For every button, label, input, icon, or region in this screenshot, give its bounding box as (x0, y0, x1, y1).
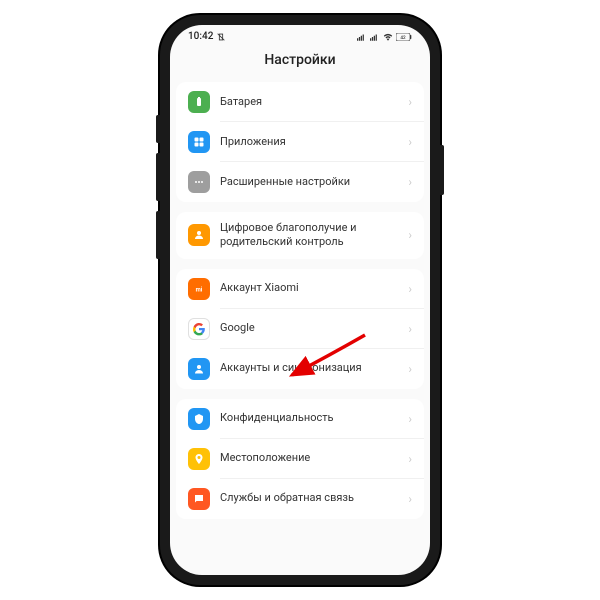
page-header: Настройки (170, 44, 430, 82)
chevron-right-icon: › (408, 322, 412, 336)
settings-item-wellbeing[interactable]: Цифровое благополучие и родительский кон… (176, 212, 424, 259)
phone-frame: 10:42 42 (160, 15, 440, 585)
google-icon (188, 318, 210, 340)
status-time: 10:42 (188, 31, 213, 42)
xiaomi-icon: mi (188, 278, 210, 300)
chevron-right-icon: › (408, 175, 412, 189)
wellbeing-icon (188, 224, 210, 246)
settings-item-apps[interactable]: Приложения › (176, 122, 424, 162)
settings-section: Цифровое благополучие и родительский кон… (176, 212, 424, 259)
settings-section: Батарея › Приложения › Расширенные настр… (176, 82, 424, 202)
settings-item-location[interactable]: Местоположение › (176, 439, 424, 479)
chevron-right-icon: › (408, 228, 412, 242)
settings-item-accounts-sync[interactable]: Аккаунты и синхронизация › (176, 349, 424, 389)
chevron-right-icon: › (408, 95, 412, 109)
battery-icon: 42 (396, 33, 412, 41)
item-label: Аккаунты и синхронизация (220, 361, 398, 375)
apps-icon (188, 131, 210, 153)
svg-text:42: 42 (400, 35, 406, 41)
accounts-sync-icon (188, 358, 210, 380)
chevron-right-icon: › (408, 412, 412, 426)
signal-icon (357, 33, 367, 41)
chevron-right-icon: › (408, 282, 412, 296)
item-label: Приложения (220, 135, 398, 149)
advanced-icon (188, 171, 210, 193)
privacy-icon (188, 408, 210, 430)
settings-item-xiaomi-account[interactable]: mi Аккаунт Xiaomi › (176, 269, 424, 309)
item-label: Местоположение (220, 451, 398, 465)
item-label: Google (220, 321, 398, 335)
svg-text:mi: mi (196, 286, 203, 293)
location-icon (188, 448, 210, 470)
item-label: Цифровое благополучие и родительский кон… (220, 221, 398, 250)
settings-item-google[interactable]: Google › (176, 309, 424, 349)
status-bar: 10:42 42 (170, 25, 430, 44)
page-title: Настройки (170, 52, 430, 68)
chevron-right-icon: › (408, 492, 412, 506)
vibrate-icon (216, 32, 226, 42)
item-label: Аккаунт Xiaomi (220, 281, 398, 295)
settings-item-advanced[interactable]: Расширенные настройки › (176, 162, 424, 202)
signal-icon-2 (370, 33, 380, 41)
chevron-right-icon: › (408, 452, 412, 466)
wifi-icon (383, 33, 393, 41)
settings-item-privacy[interactable]: Конфиденциальность › (176, 399, 424, 439)
item-label: Конфиденциальность (220, 411, 398, 425)
item-label: Батарея (220, 95, 398, 109)
battery-icon (188, 91, 210, 113)
settings-content: Батарея › Приложения › Расширенные настр… (170, 82, 430, 519)
chevron-right-icon: › (408, 362, 412, 376)
screen: 10:42 42 (170, 25, 430, 575)
settings-section: mi Аккаунт Xiaomi › Google (176, 269, 424, 389)
settings-item-battery[interactable]: Батарея › (176, 82, 424, 122)
settings-section: Конфиденциальность › Местоположение › Сл… (176, 399, 424, 519)
settings-item-feedback[interactable]: Службы и обратная связь › (176, 479, 424, 519)
feedback-icon (188, 488, 210, 510)
item-label: Службы и обратная связь (220, 491, 398, 505)
chevron-right-icon: › (408, 135, 412, 149)
item-label: Расширенные настройки (220, 175, 398, 189)
